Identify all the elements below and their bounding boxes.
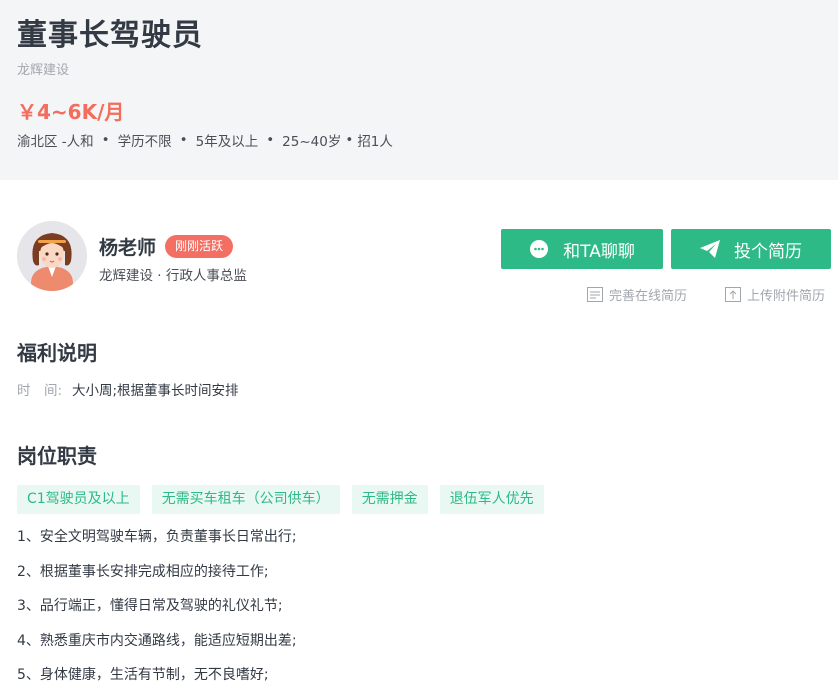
job-tag: C1驾驶员及以上 bbox=[17, 485, 140, 514]
job-tag: 无需买车租车（公司供车） bbox=[151, 485, 340, 514]
work-time-row: 时 间: 大小周;根据董事长时间安排 bbox=[17, 379, 239, 399]
upload-icon bbox=[725, 287, 741, 302]
active-status-badge: 刚刚活跃 bbox=[165, 235, 234, 258]
separator: • bbox=[101, 132, 110, 148]
duty-item: 3、品行端正，懂得日常及驾驶的礼仪礼节; bbox=[17, 598, 283, 615]
duty-item: 5、身体健康，生活有节制，无不良嗜好; bbox=[17, 667, 269, 684]
online-resume-label: 完善在线简历 bbox=[609, 289, 688, 304]
duties-title: 岗位职责 bbox=[17, 444, 97, 468]
job-tags: C1驾驶员及以上 无需买车租车（公司供车） 无需押金 退伍军人优先 bbox=[17, 485, 556, 514]
chat-button[interactable]: 和TA聊聊 bbox=[501, 229, 663, 269]
woman-avatar-icon bbox=[17, 221, 87, 291]
company-name[interactable]: 龙辉建设 bbox=[17, 59, 69, 78]
recruiter-title: 龙辉建设 · 行政人事总监 bbox=[99, 268, 247, 284]
job-title: 董事长驾驶员 bbox=[17, 18, 203, 53]
upload-resume-link[interactable]: 上传附件简历 bbox=[725, 285, 825, 304]
headcount: 招1人 bbox=[357, 134, 393, 150]
upload-resume-label: 上传附件简历 bbox=[747, 289, 826, 304]
chat-button-label: 和TA聊聊 bbox=[563, 241, 635, 262]
education: 学历不限 bbox=[117, 134, 172, 150]
salary: ￥4~6K/月 bbox=[17, 100, 125, 124]
location: 渝北区 -人和 bbox=[17, 134, 94, 150]
job-tag: 无需押金 bbox=[351, 485, 428, 514]
age-range: 25~40岁 bbox=[282, 134, 342, 150]
job-tag: 退伍军人优先 bbox=[439, 485, 544, 514]
work-time-label: 时 间: bbox=[17, 383, 63, 399]
separator: • bbox=[345, 132, 354, 148]
apply-resume-button[interactable]: 投个简历 bbox=[671, 229, 831, 269]
online-resume-link[interactable]: 完善在线简历 bbox=[587, 285, 687, 304]
separator: • bbox=[179, 132, 188, 148]
work-time-value: 大小周;根据董事长时间安排 bbox=[72, 383, 239, 399]
job-header: 董事长驾驶员 龙辉建设 ￥4~6K/月 渝北区 -人和 • 学历不限 • 5年及… bbox=[0, 0, 838, 180]
document-icon bbox=[587, 287, 603, 302]
job-meta: 渝北区 -人和 • 学历不限 • 5年及以上 • 25~40岁 • 招1人 bbox=[17, 130, 393, 150]
recruiter-name: 杨老师 bbox=[99, 237, 157, 259]
duty-item: 1、安全文明驾驶车辆，负责董事长日常出行; bbox=[17, 529, 297, 545]
apply-button-label: 投个简历 bbox=[734, 241, 802, 262]
avatar bbox=[17, 221, 87, 291]
benefits-title: 福利说明 bbox=[17, 341, 97, 365]
duty-list: 1、安全文明驾驶车辆，负责董事长日常出行; 2、根据董事长安排完成相应的接待工作… bbox=[17, 527, 297, 700]
chat-bubble-icon bbox=[529, 239, 549, 259]
duty-item: 2、根据董事长安排完成相应的接待工作; bbox=[17, 563, 269, 580]
separator: • bbox=[266, 132, 275, 148]
duty-item: 4、熟悉重庆市内交通路线，能适应短期出差; bbox=[17, 632, 297, 649]
paper-plane-icon bbox=[700, 240, 720, 258]
experience: 5年及以上 bbox=[195, 134, 259, 150]
